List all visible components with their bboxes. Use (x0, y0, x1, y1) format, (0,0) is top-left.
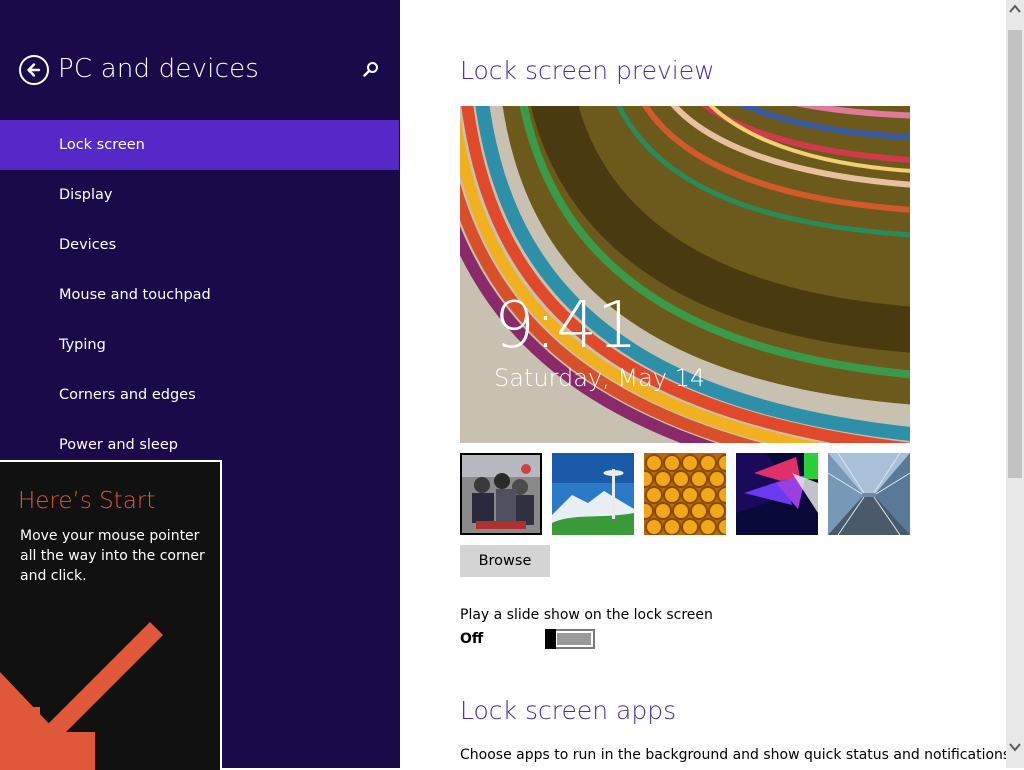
thumbnail-honeycomb[interactable] (644, 453, 726, 535)
slideshow-label: Play a slide show on the lock screen (460, 607, 713, 623)
search-button[interactable] (362, 60, 380, 78)
scroll-up-arrow-icon (1009, 4, 1021, 13)
toggle-thumb[interactable] (545, 629, 556, 649)
scroll-up-button[interactable] (1006, 0, 1024, 18)
slideshow-state-text: Off (460, 631, 484, 647)
browse-button[interactable]: Browse (460, 545, 550, 577)
lock-screen-apps-description: Choose apps to run in the background and… (460, 747, 1015, 763)
start-tip-title: Here’s Start (18, 488, 156, 514)
lock-screen-preview-heading: Lock screen preview (460, 56, 715, 85)
sidebar-item-devices[interactable]: Devices (0, 220, 400, 270)
search-icon (363, 62, 378, 77)
thumbnail-crowd-photo[interactable] (460, 453, 542, 535)
thumbnail-color-shapes[interactable] (736, 453, 818, 535)
lock-screen-preview: 9:41 Saturday, May 14 (460, 106, 910, 443)
thumbnail-space-needle[interactable] (552, 453, 634, 535)
sidebar-item-mouse-and-touchpad[interactable]: Mouse and touchpad (0, 270, 400, 320)
scrollbar[interactable] (1006, 0, 1024, 768)
preview-date: Saturday, May 14 (494, 364, 706, 392)
sidebar-item-corners-and-edges[interactable]: Corners and edges (0, 370, 400, 420)
wallpaper-thumbnails (460, 453, 920, 535)
start-tip-popup[interactable]: Here’s Start Move your mouse pointer all… (0, 460, 222, 770)
back-button[interactable] (19, 55, 49, 85)
back-arrow-icon (27, 63, 41, 77)
thumbnail-subway-tunnel[interactable] (828, 453, 910, 535)
preview-wallpaper-image (460, 106, 910, 443)
main-content: Lock screen preview 9:41 Saturday, May 1… (400, 0, 1015, 768)
sidebar-nav: Lock screen Display Devices Mouse and to… (0, 120, 400, 470)
scroll-down-button[interactable] (1006, 738, 1024, 756)
arrow-down-left-icon (0, 622, 163, 770)
preview-time: 9:41 (494, 289, 638, 363)
lock-screen-apps-heading: Lock screen apps (460, 696, 677, 725)
start-tip-body: Move your mouse pointer all the way into… (20, 528, 205, 584)
sidebar-item-display[interactable]: Display (0, 170, 400, 220)
toggle-track-fill (557, 633, 591, 645)
slideshow-toggle[interactable] (545, 629, 595, 649)
page-title: PC and devices (58, 54, 260, 84)
scroll-down-arrow-icon (1009, 743, 1021, 752)
sidebar-item-lock-screen[interactable]: Lock screen (0, 120, 399, 170)
scroll-thumb[interactable] (1008, 30, 1022, 478)
sidebar-item-typing[interactable]: Typing (0, 320, 400, 370)
